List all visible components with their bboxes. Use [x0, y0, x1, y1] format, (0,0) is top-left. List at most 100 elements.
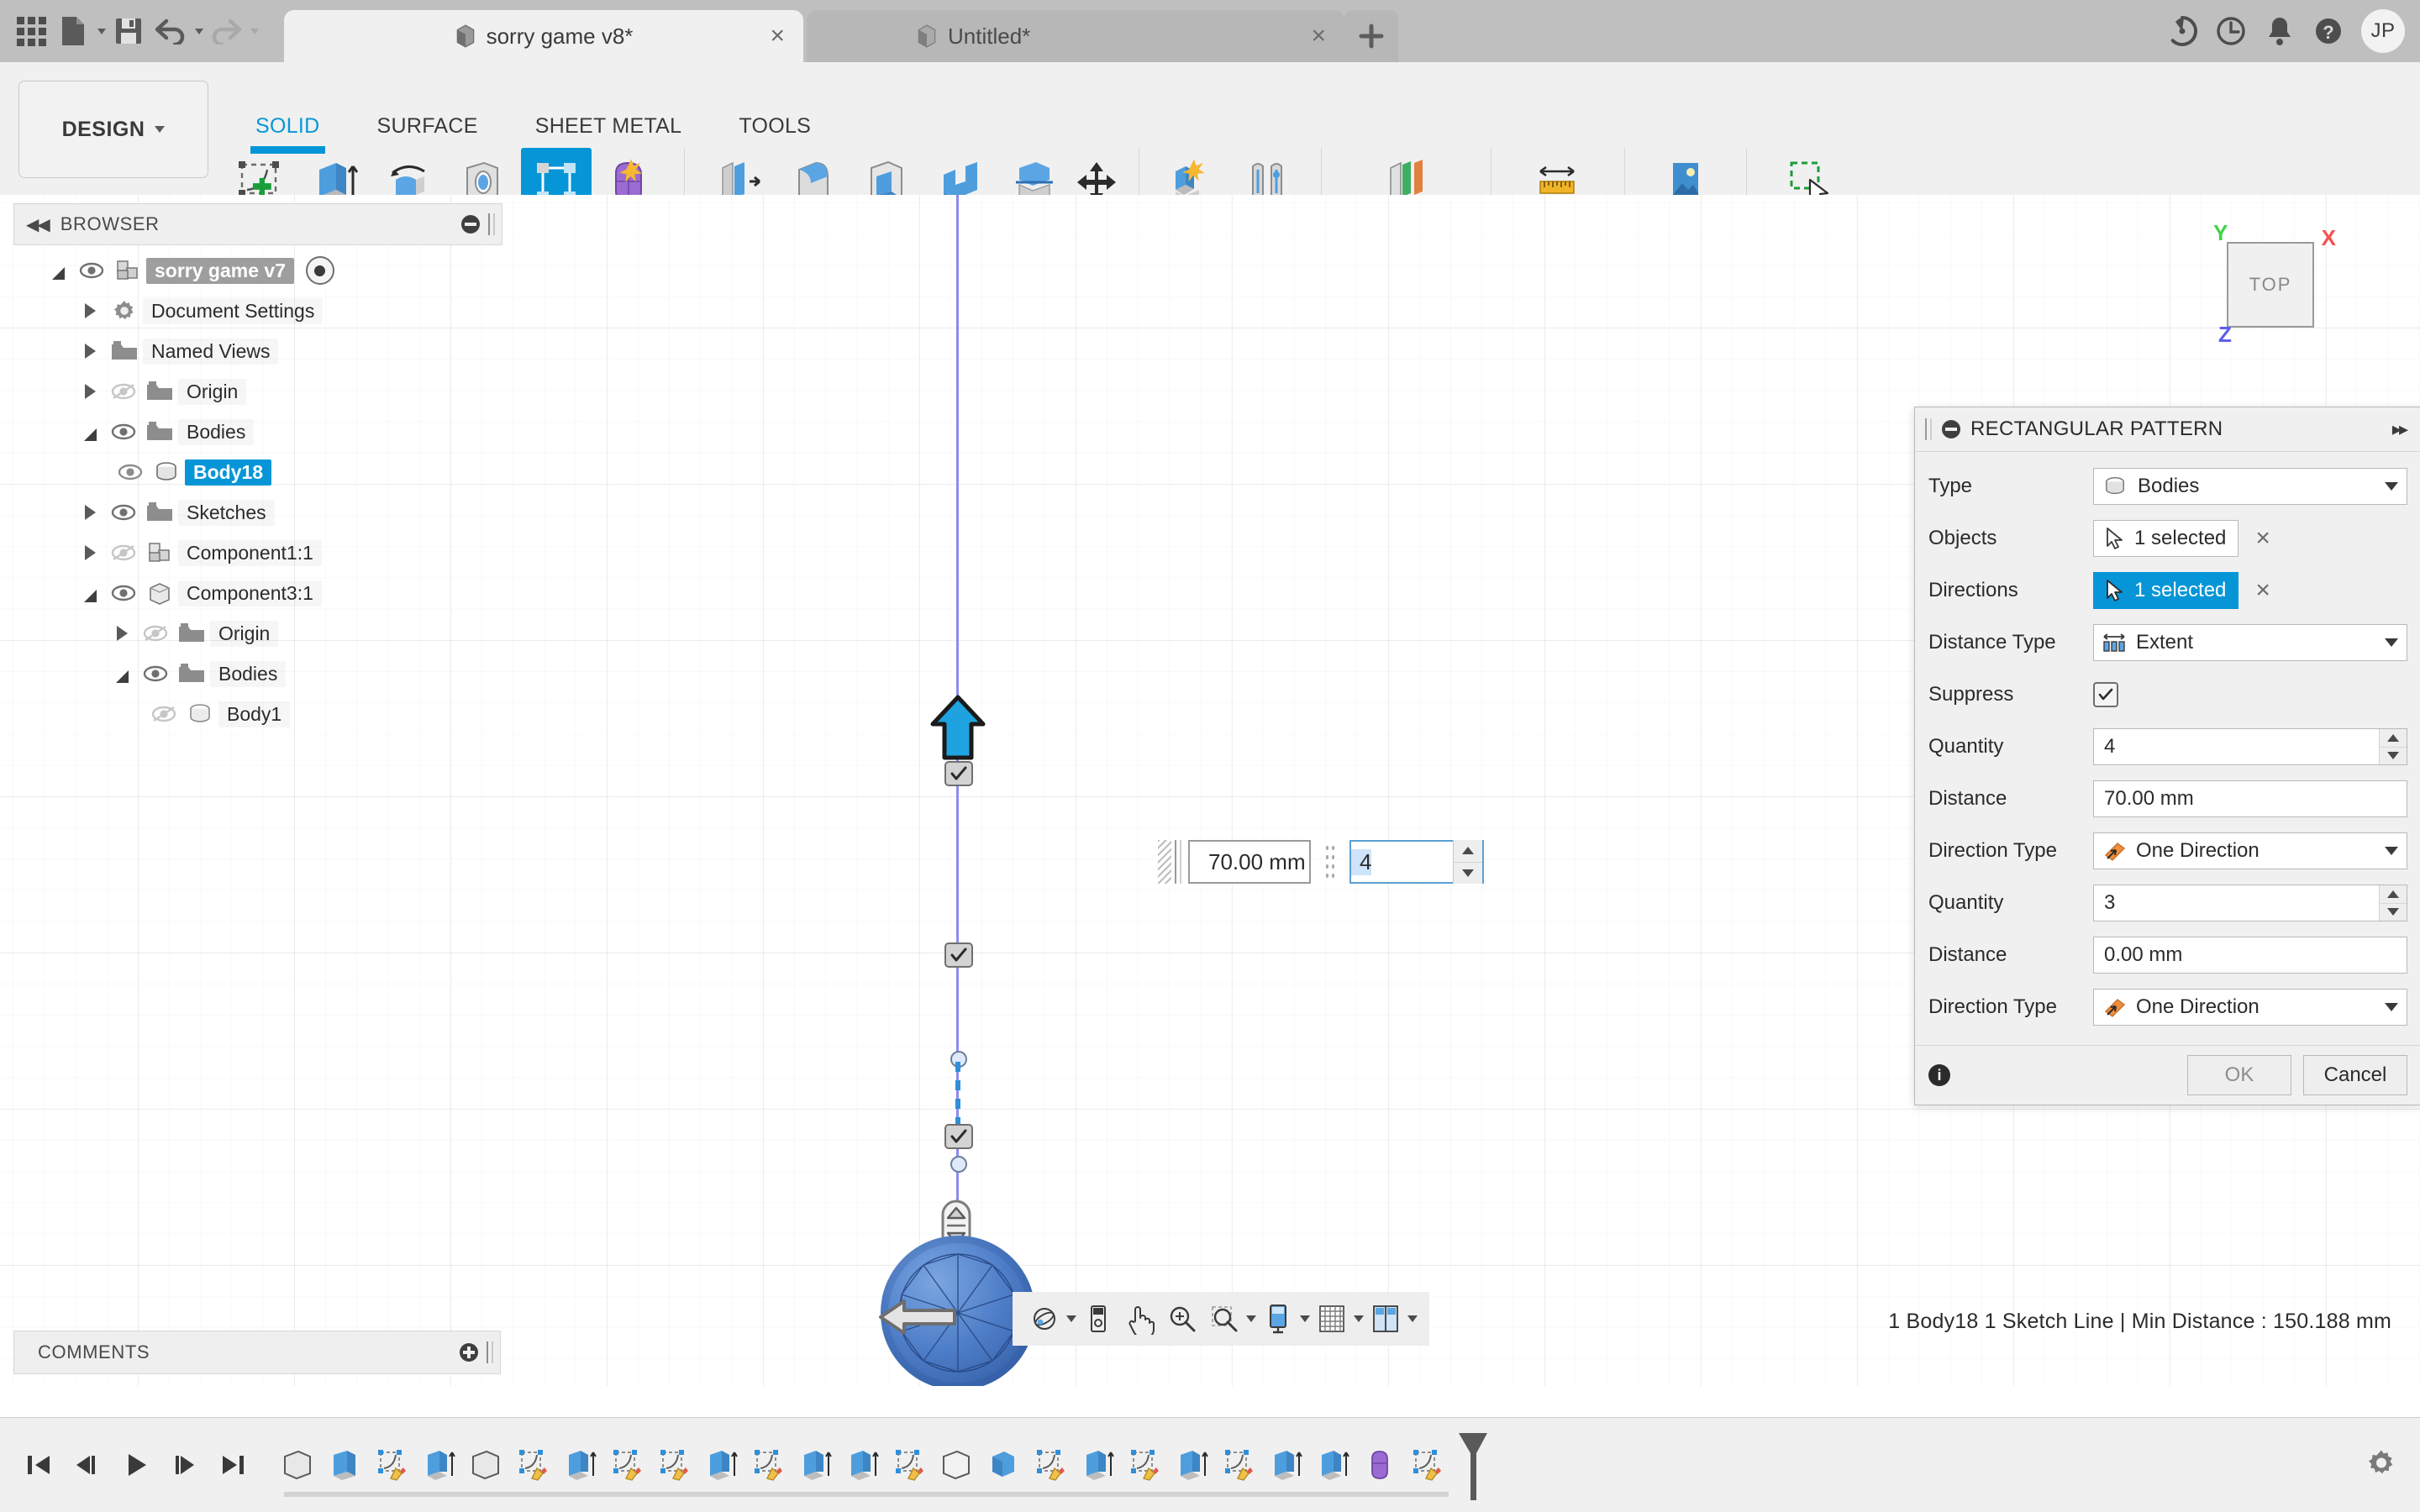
document-tab-0[interactable]: sorry game v8* ×	[284, 10, 803, 62]
tree-item-origin[interactable]: Origin	[13, 371, 501, 412]
instance-checkbox-1[interactable]	[944, 761, 973, 786]
feature-extrude[interactable]	[415, 1440, 462, 1490]
document-tab-1[interactable]: Untitled* ×	[807, 10, 1344, 62]
browser-collapse-icon[interactable]: ◀◀	[26, 214, 50, 235]
view-cube[interactable]: TOP Y X Z	[2213, 220, 2336, 347]
canvas-distance-input[interactable]: 70.00 mm	[1188, 840, 1311, 884]
tree-item-bodies-nested[interactable]: Bodies	[13, 654, 501, 694]
expand-triangle-icon[interactable]	[84, 344, 96, 359]
tree-item-named-views[interactable]: Named Views	[13, 331, 501, 371]
redo-icon[interactable]	[207, 9, 245, 53]
activate-component-radio[interactable]	[305, 256, 334, 285]
app-grid-icon[interactable]	[12, 9, 50, 53]
redo-chevron-down-icon[interactable]	[250, 28, 259, 34]
expand-triangle-icon[interactable]	[84, 384, 96, 399]
feature-extrude[interactable]	[792, 1440, 839, 1490]
expand-triangle-icon[interactable]	[84, 545, 96, 560]
feature-sketch[interactable]	[1215, 1440, 1262, 1490]
expand-triangle-icon[interactable]	[83, 589, 97, 602]
grid-snaps-icon[interactable]	[1312, 1295, 1352, 1342]
new-document-chevron-down-icon[interactable]	[97, 28, 106, 34]
timeline-marker[interactable]	[1450, 1426, 1496, 1504]
visibility-eye-icon[interactable]	[74, 262, 109, 279]
feature-sketch[interactable]	[509, 1440, 556, 1490]
ok-button[interactable]: OK	[2187, 1055, 2291, 1095]
tab-surface[interactable]: SURFACE	[349, 114, 507, 139]
visibility-eye-off-icon[interactable]	[146, 706, 182, 722]
expand-triangle-icon[interactable]	[84, 303, 96, 318]
expand-triangle-icon[interactable]	[83, 428, 97, 441]
suppress-checkbox[interactable]	[2093, 682, 2118, 707]
visibility-eye-icon[interactable]	[138, 665, 173, 682]
step-back-button[interactable]	[66, 1438, 109, 1492]
instance-checkbox-3[interactable]	[944, 1124, 973, 1149]
distance-type-combo[interactable]: Extent	[2093, 624, 2407, 661]
zoom-chevron-down-icon[interactable]	[1246, 1315, 1256, 1322]
feature-sketch[interactable]	[1121, 1440, 1168, 1490]
quantity-1-spinner[interactable]: 4	[2093, 728, 2407, 765]
cancel-button[interactable]: Cancel	[2303, 1055, 2407, 1095]
feature-sketch[interactable]	[603, 1440, 650, 1490]
feature-sketch[interactable]	[368, 1440, 415, 1490]
feature-extrude[interactable]	[839, 1440, 886, 1490]
selected-line-segment[interactable]	[955, 1062, 960, 1129]
display-settings-icon[interactable]	[1258, 1295, 1298, 1342]
feature-solid[interactable]	[933, 1440, 980, 1490]
feature-boxsolid[interactable]	[980, 1440, 1027, 1490]
zoom-window-icon[interactable]	[1204, 1295, 1244, 1342]
undo-icon[interactable]	[151, 9, 190, 53]
browser-minimize-icon[interactable]	[461, 215, 480, 234]
feature-extrude[interactable]	[1262, 1440, 1309, 1490]
feature-extrude[interactable]	[556, 1440, 603, 1490]
tree-item-sketches[interactable]: Sketches	[13, 492, 501, 533]
document-tab-close-icon[interactable]: ×	[1311, 24, 1326, 49]
job-status-icon[interactable]	[2158, 0, 2207, 62]
feature-extrude[interactable]	[1309, 1440, 1356, 1490]
play-button[interactable]	[114, 1438, 158, 1492]
tree-item-body1[interactable]: Body1	[13, 694, 501, 734]
orbit-chevron-down-icon[interactable]	[1066, 1315, 1076, 1322]
zoom-icon[interactable]	[1162, 1295, 1202, 1342]
save-icon[interactable]	[109, 9, 148, 53]
directions-selection-button[interactable]: 1 selected	[2093, 572, 2239, 609]
user-avatar[interactable]: JP	[2361, 9, 2405, 53]
visibility-eye-off-icon[interactable]	[106, 544, 141, 561]
rectangular-pattern-dialog[interactable]: RECTANGULAR PATTERN ▸▸ Type Bodies Objec…	[1914, 407, 2420, 1105]
notifications-bell-icon[interactable]	[2255, 0, 2304, 62]
direction-type-1-combo[interactable]: One Direction	[2093, 832, 2407, 869]
quantity-1-increment[interactable]	[2380, 729, 2407, 748]
expand-triangle-icon[interactable]	[116, 626, 128, 641]
timeline-track[interactable]	[274, 1426, 1496, 1504]
directions-clear-icon[interactable]: ×	[2255, 578, 2270, 603]
sketch-point-lower[interactable]	[950, 1156, 967, 1173]
feature-extrude[interactable]	[1168, 1440, 1215, 1490]
quantity-2-spinner[interactable]: 3	[2093, 885, 2407, 921]
tree-item-body18[interactable]: Body18	[13, 452, 501, 492]
feature-loft[interactable]	[1356, 1440, 1403, 1490]
tab-tools[interactable]: TOOLS	[710, 114, 839, 139]
dialog-drag-grip[interactable]	[1925, 418, 1932, 440]
quantity-2-increment[interactable]	[2380, 885, 2407, 904]
expand-triangle-icon[interactable]	[51, 266, 65, 280]
visibility-eye-icon[interactable]	[106, 585, 141, 601]
viewports-icon[interactable]	[1365, 1295, 1406, 1342]
new-document-icon[interactable]	[54, 9, 92, 53]
tree-item-origin-nested[interactable]: Origin	[13, 613, 501, 654]
add-comment-icon[interactable]	[460, 1343, 478, 1362]
view-cube-face[interactable]: TOP	[2227, 242, 2314, 328]
objects-clear-icon[interactable]: ×	[2255, 526, 2270, 551]
dialog-collapse-icon[interactable]	[1942, 420, 1960, 438]
canvas-quantity-decrement[interactable]	[1454, 862, 1482, 884]
visibility-eye-icon[interactable]	[106, 423, 141, 440]
recent-activity-icon[interactable]	[2207, 0, 2255, 62]
dialog-dock-icon[interactable]: ▸▸	[2392, 418, 2411, 440]
step-forward-button[interactable]	[163, 1438, 207, 1492]
quantity-1-decrement[interactable]	[2380, 747, 2407, 764]
type-combo[interactable]: Bodies	[2093, 468, 2407, 505]
workspace-switcher-button[interactable]: DESIGN	[18, 81, 208, 178]
visibility-eye-icon[interactable]	[113, 464, 148, 480]
visibility-eye-icon[interactable]	[106, 504, 141, 521]
grid-chevron-down-icon[interactable]	[1354, 1315, 1364, 1322]
help-icon[interactable]: ?	[2304, 0, 2353, 62]
feature-sketch[interactable]	[886, 1440, 933, 1490]
